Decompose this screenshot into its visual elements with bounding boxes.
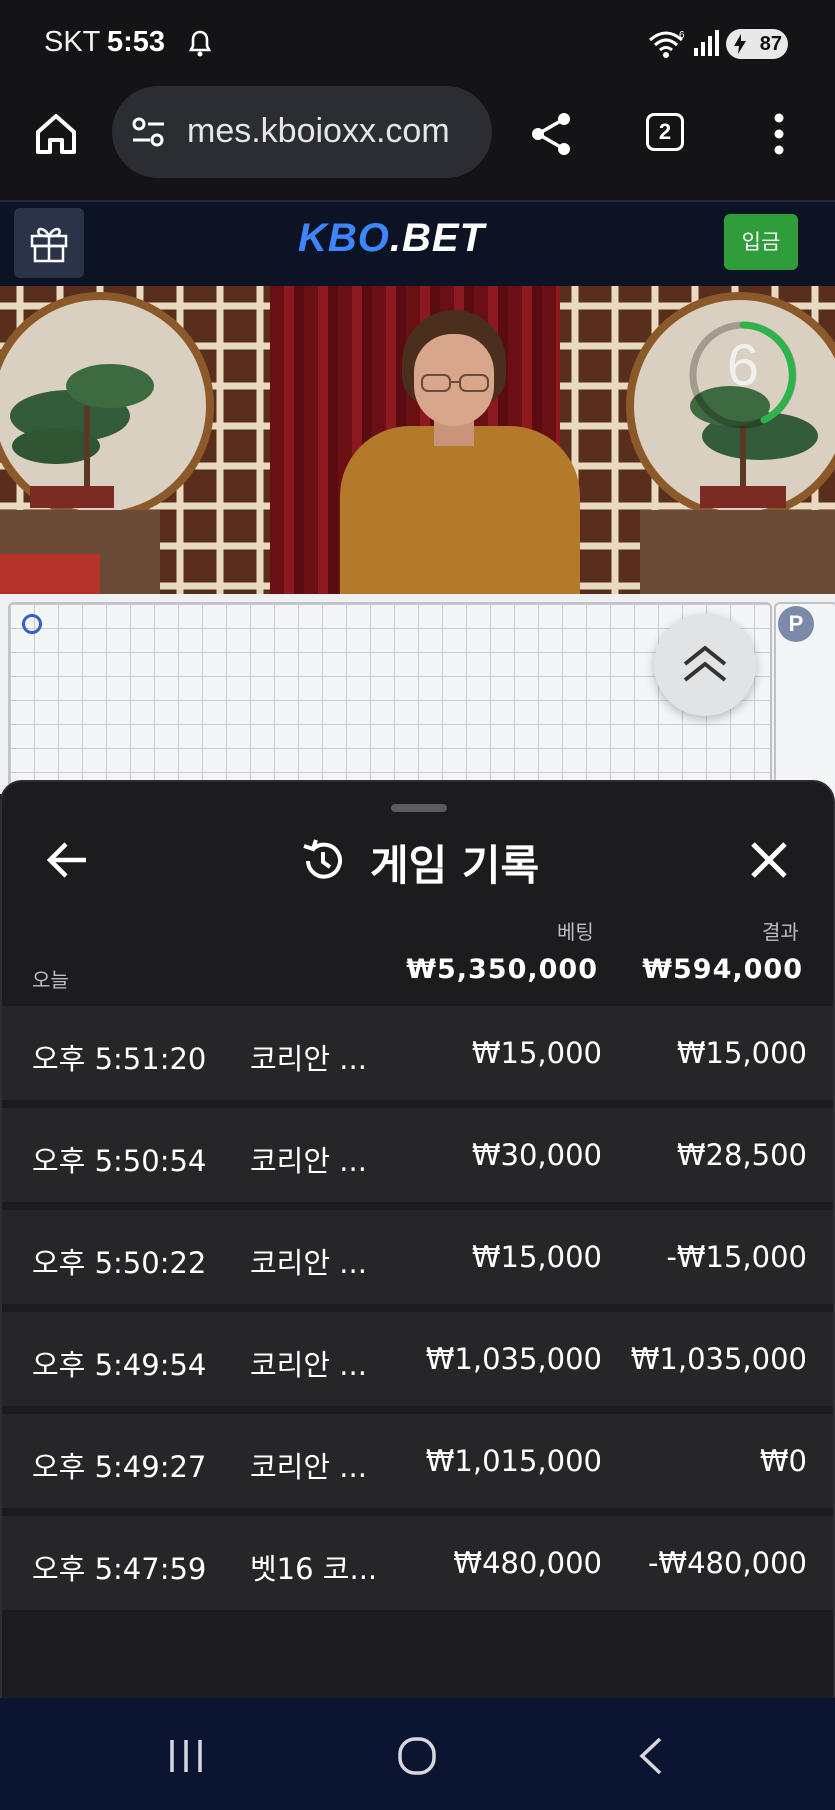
- player-badge: P: [778, 606, 814, 642]
- share-icon[interactable]: [528, 110, 574, 158]
- deposit-button[interactable]: 입금: [724, 214, 798, 270]
- total-result-amount: ₩594,000: [642, 954, 803, 985]
- gift-button[interactable]: [14, 208, 84, 278]
- row-result: -₩480,000: [647, 1546, 807, 1580]
- browser-toolbar: mes.kboioxx.com 2: [0, 86, 835, 200]
- logo-kbo: KBO: [298, 216, 390, 260]
- history-row[interactable]: 오후 5:50:22 코리안 ... ₩15,000 -₩15,000: [2, 1210, 833, 1304]
- row-bet: ₩15,000: [471, 1036, 602, 1070]
- dealer-figure: [340, 426, 580, 594]
- battery-level: 87: [759, 33, 782, 55]
- svg-text:6: 6: [679, 30, 685, 41]
- clock: 5:53: [107, 26, 166, 58]
- sheet-title: 게임 기록: [370, 841, 540, 890]
- overflow-menu-icon[interactable]: [770, 112, 788, 156]
- tabs-icon[interactable]: 2: [646, 113, 684, 151]
- close-icon[interactable]: [747, 838, 791, 882]
- lattice-left-decor: [0, 286, 290, 594]
- row-bet: ₩30,000: [471, 1138, 602, 1172]
- history-row[interactable]: 오후 5:50:54 코리안 ... ₩30,000 ₩28,500: [2, 1108, 833, 1202]
- bead-road-grid: [8, 602, 772, 806]
- logo-bet: .BET: [389, 216, 486, 260]
- row-bet: ₩1,015,000: [425, 1444, 602, 1478]
- total-bet-amount: ₩5,350,000: [406, 954, 598, 985]
- row-bet: ₩1,035,000: [425, 1342, 602, 1376]
- history-row[interactable]: 오후 5:49:54 코리안 ... ₩1,035,000 ₩1,035,000: [2, 1312, 833, 1406]
- row-game: 벳16 코...: [250, 1552, 378, 1586]
- row-time: 오후 5:47:59: [32, 1552, 207, 1586]
- gift-icon: [30, 227, 68, 263]
- recent-apps-icon[interactable]: [166, 1738, 206, 1774]
- carrier-label: SKT: [44, 26, 101, 58]
- roadmap-area: P: [0, 594, 835, 806]
- row-time: 오후 5:49:54: [32, 1348, 207, 1382]
- row-game: 코리안 ...: [250, 1144, 367, 1178]
- sheet-drag-handle[interactable]: [391, 804, 447, 812]
- history-list: 오후 5:51:20 코리안 ... ₩15,000 ₩15,000 오후 5:…: [2, 1006, 833, 1618]
- row-game: 코리안 ...: [250, 1042, 367, 1076]
- dealer-glasses: [421, 374, 489, 392]
- row-time: 오후 5:50:54: [32, 1144, 207, 1178]
- row-game: 코리안 ...: [250, 1450, 367, 1484]
- column-header-bet: 베팅: [557, 920, 594, 944]
- history-row[interactable]: 오후 5:47:59 벳16 코... ₩480,000 -₩480,000: [2, 1516, 833, 1610]
- charging-bolt-icon: [734, 34, 746, 54]
- status-bar: SKT 5:53 6 87: [0, 0, 835, 86]
- row-result: -₩15,000: [666, 1240, 807, 1274]
- row-result: ₩0: [759, 1444, 807, 1478]
- double-chevron-up-icon: [683, 645, 727, 682]
- home-icon[interactable]: [32, 110, 80, 158]
- dnd-icon: [188, 30, 212, 57]
- row-result: ₩28,500: [676, 1138, 807, 1172]
- live-video[interactable]: 6: [0, 286, 835, 594]
- game-history-sheet: 게임 기록 베팅 결과 오늘 ₩5,350,000 ₩594,000 오후 5:…: [0, 780, 835, 1700]
- wifi-icon: 6: [649, 30, 685, 58]
- row-time: 오후 5:49:27: [32, 1450, 207, 1484]
- row-bet: ₩480,000: [453, 1546, 602, 1580]
- row-game: 코리안 ...: [250, 1246, 367, 1280]
- system-nav-bar: [0, 1698, 835, 1810]
- back-arrow-icon[interactable]: [46, 838, 90, 882]
- site-logo[interactable]: KBO.BET: [298, 216, 485, 261]
- battery-icon: 87: [726, 29, 788, 59]
- nav-home-icon[interactable]: [397, 1736, 437, 1776]
- site-settings-icon[interactable]: [130, 116, 168, 148]
- row-result: ₩1,035,000: [630, 1342, 807, 1376]
- row-result: ₩15,000: [676, 1036, 807, 1070]
- row-game: 코리안 ...: [250, 1348, 367, 1382]
- today-label: 오늘: [32, 968, 69, 992]
- row-time: 오후 5:51:20: [32, 1042, 207, 1076]
- signal-icon: [694, 30, 719, 56]
- history-row[interactable]: 오후 5:49:27 코리안 ... ₩1,015,000 ₩0: [2, 1414, 833, 1508]
- address-bar[interactable]: mes.kboioxx.com: [112, 86, 492, 178]
- road-mark: [22, 614, 42, 634]
- row-bet: ₩15,000: [471, 1240, 602, 1274]
- column-header-result: 결과: [762, 920, 799, 944]
- url-text[interactable]: mes.kboioxx.com: [187, 112, 450, 151]
- history-icon: [303, 839, 342, 879]
- site-header: KBO.BET 입금: [0, 200, 835, 286]
- row-time: 오후 5:50:22: [32, 1246, 207, 1280]
- nav-back-icon[interactable]: [636, 1736, 666, 1776]
- history-row[interactable]: 오후 5:51:20 코리안 ... ₩15,000 ₩15,000: [2, 1006, 833, 1100]
- countdown-number: 6: [726, 333, 760, 398]
- expand-button[interactable]: [654, 614, 756, 716]
